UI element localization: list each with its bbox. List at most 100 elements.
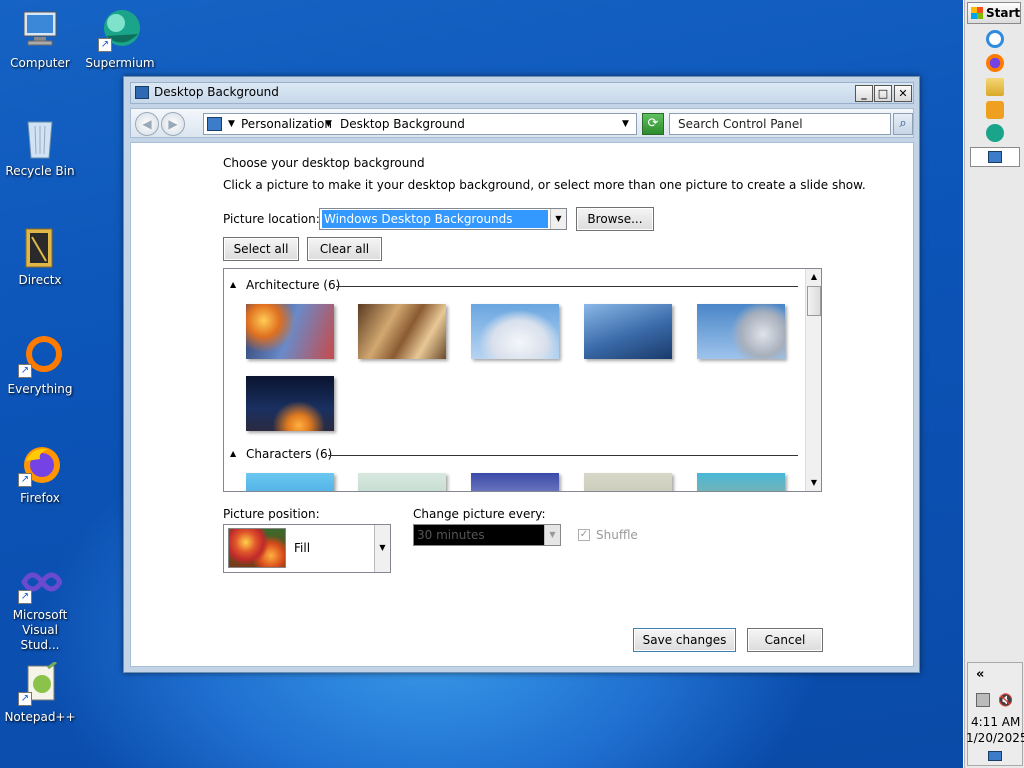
- internet-explorer-icon[interactable]: [986, 30, 1004, 48]
- desktop-icon-everything[interactable]: ↗ Everything: [0, 334, 80, 397]
- start-button[interactable]: Start: [967, 2, 1021, 24]
- forward-button[interactable]: ▶: [161, 112, 185, 136]
- collapse-group-icon[interactable]: ▲: [230, 280, 236, 289]
- desktop-icon-supermium[interactable]: ↗ Supermium: [80, 8, 160, 71]
- volume-muted-icon[interactable]: 🔇: [998, 693, 1013, 707]
- desktop-icon-label: Microsoft Visual Stud...: [12, 608, 68, 652]
- everything-icon: ↗: [18, 334, 62, 378]
- change-picture-select[interactable]: 30 minutes ▼: [413, 524, 561, 546]
- desktop-icon-label: Everything: [7, 382, 73, 396]
- breadcrumb-dropdown-icon[interactable]: ▼: [228, 114, 235, 134]
- show-desktop-icon[interactable]: [988, 751, 1002, 761]
- desktop-icon-firefox[interactable]: ↗ Firefox: [0, 443, 80, 506]
- collapse-group-icon[interactable]: ▲: [230, 449, 236, 458]
- picture-position-value: Fill: [294, 541, 311, 555]
- shortcut-arrow-icon: ↗: [18, 692, 32, 706]
- vertical-scrollbar[interactable]: ▲ ▼: [805, 269, 821, 491]
- breadcrumb-item-personalization[interactable]: Personalization: [241, 114, 332, 134]
- search-input[interactable]: Search Control Panel: [669, 113, 891, 135]
- file-explorer-icon[interactable]: [986, 78, 1004, 96]
- maximize-button[interactable]: □: [874, 85, 892, 102]
- desktop-icon-label: Firefox: [20, 491, 60, 505]
- control-panel-icon: [988, 151, 1002, 163]
- select-all-button[interactable]: Select all: [223, 237, 299, 261]
- cancel-button[interactable]: Cancel: [747, 628, 823, 652]
- desktop-icon-label: Recycle Bin: [5, 164, 75, 178]
- group-header-architecture[interactable]: Architecture (6): [246, 278, 340, 292]
- clock-date[interactable]: 1/20/2025: [966, 731, 1024, 745]
- wallpaper-thumbnail[interactable]: [471, 473, 559, 491]
- start-label: Start: [986, 6, 1021, 20]
- picture-position-select[interactable]: Fill ▼: [223, 524, 391, 573]
- recycle-bin-icon: [18, 116, 62, 160]
- change-picture-value: 30 minutes: [417, 528, 485, 542]
- picture-location-label: Picture location:: [223, 212, 320, 226]
- back-button[interactable]: ◀: [135, 112, 159, 136]
- firefox-icon: ↗: [18, 443, 62, 487]
- group-divider: [336, 286, 798, 287]
- group-header-characters[interactable]: Characters (6): [246, 447, 332, 461]
- wallpaper-thumbnail[interactable]: [358, 473, 446, 491]
- change-picture-label: Change picture every:: [413, 507, 546, 521]
- breadcrumb[interactable]: ▼ Personalization ▼ Desktop Background ▼: [203, 113, 637, 135]
- firefox-icon[interactable]: [986, 54, 1004, 72]
- wallpaper-thumbnail[interactable]: [584, 304, 672, 359]
- scroll-down-icon[interactable]: ▼: [807, 476, 821, 490]
- title-bar[interactable]: Desktop Background _ □ ✕: [130, 82, 914, 104]
- desktop-icon-label: Supermium: [85, 56, 155, 70]
- save-changes-button[interactable]: Save changes: [633, 628, 736, 652]
- refresh-icon[interactable]: ⟳: [642, 113, 664, 135]
- desktop-icon-computer[interactable]: Computer: [0, 8, 80, 71]
- desktop-icon-visual-studio[interactable]: ↗ Microsoft Visual Stud...: [0, 560, 80, 653]
- control-panel-icon: [135, 86, 149, 99]
- windows-logo-icon: [971, 7, 983, 19]
- desktop-icon-directx[interactable]: Directx: [0, 225, 80, 288]
- chevron-down-icon[interactable]: ▼: [550, 209, 566, 229]
- breadcrumb-separator-icon[interactable]: ▼: [325, 114, 332, 134]
- wallpaper-thumbnail[interactable]: [246, 304, 334, 359]
- folder-icon: [18, 225, 62, 269]
- wallpaper-thumbnail[interactable]: [697, 304, 785, 359]
- system-tray: « 🔇 4:11 AM 1/20/2025: [966, 662, 1024, 766]
- picture-location-value: Windows Desktop Backgrounds: [322, 210, 548, 228]
- desktop-icon-label: Directx: [18, 273, 62, 287]
- wallpaper-thumbnail[interactable]: [584, 473, 672, 491]
- fill-preview-icon: [228, 528, 286, 568]
- address-bar-area: ◀ ▶ ▼ Personalization ▼ Desktop Backgrou…: [130, 108, 914, 138]
- wallpaper-thumbnail[interactable]: [471, 304, 559, 359]
- wallpaper-thumbnail[interactable]: [246, 376, 334, 431]
- picture-position-label: Picture position:: [223, 507, 320, 521]
- tray-expand-button[interactable]: «: [976, 667, 984, 682]
- taskbar-window-control-panel[interactable]: [970, 147, 1020, 167]
- wallpaper-thumbnail[interactable]: [358, 304, 446, 359]
- shuffle-checkbox[interactable]: ✓: [578, 529, 590, 541]
- search-icon[interactable]: ⌕: [893, 113, 913, 135]
- scroll-up-icon[interactable]: ▲: [807, 270, 821, 284]
- chevron-down-icon[interactable]: ▼: [374, 525, 390, 572]
- picture-gallery[interactable]: ▲ Architecture (6) ▲ Characters (6) ▲ ▼: [223, 268, 822, 492]
- media-player-icon[interactable]: [986, 101, 1004, 119]
- close-button[interactable]: ✕: [894, 85, 912, 102]
- picture-location-select[interactable]: Windows Desktop Backgrounds ▼: [319, 208, 567, 230]
- network-icon[interactable]: [976, 693, 990, 707]
- scrollbar-thumb[interactable]: [807, 286, 821, 316]
- supermium-icon: ↗: [98, 8, 142, 52]
- supermium-icon[interactable]: [986, 124, 1004, 142]
- shortcut-arrow-icon: ↗: [18, 364, 32, 378]
- breadcrumb-item-desktop-background[interactable]: Desktop Background: [340, 114, 465, 134]
- visual-studio-icon: ↗: [18, 560, 63, 604]
- chevron-down-icon[interactable]: ▼: [544, 525, 560, 545]
- shortcut-arrow-icon: ↗: [18, 590, 32, 604]
- desktop-icon-recycle-bin[interactable]: Recycle Bin: [0, 116, 80, 179]
- clear-all-button[interactable]: Clear all: [307, 237, 382, 261]
- browse-button[interactable]: Browse...: [576, 207, 654, 231]
- desktop-icon-notepadpp[interactable]: ↗ Notepad++: [0, 660, 80, 725]
- wallpaper-thumbnail[interactable]: [697, 473, 785, 491]
- shortcut-arrow-icon: ↗: [98, 38, 112, 52]
- page-instructions: Click a picture to make it your desktop …: [223, 178, 866, 192]
- clock-time[interactable]: 4:11 AM: [971, 715, 1020, 729]
- address-history-dropdown-icon[interactable]: ▼: [622, 114, 629, 134]
- wallpaper-thumbnail[interactable]: [246, 473, 334, 491]
- shortcut-arrow-icon: ↗: [18, 473, 32, 487]
- minimize-button[interactable]: _: [855, 85, 873, 102]
